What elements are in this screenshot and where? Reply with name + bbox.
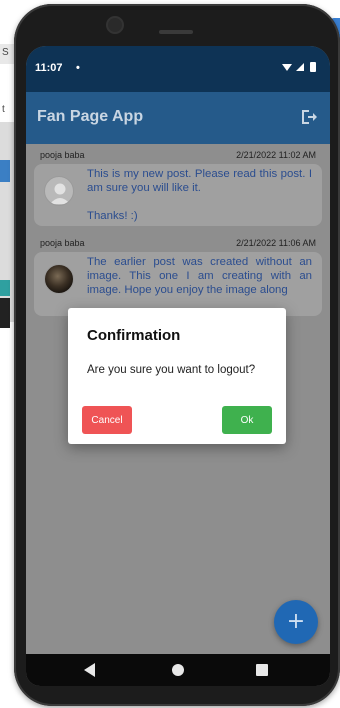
avatar-photo	[44, 264, 74, 294]
person-icon	[50, 183, 70, 204]
post-author: pooja baba	[40, 150, 85, 160]
phone-speaker	[159, 30, 193, 34]
background-window-fragment	[0, 280, 10, 296]
dialog-message: Are you sure you want to logout?	[87, 364, 256, 376]
notification-dot: •	[76, 62, 80, 74]
post-card[interactable]: This is my new post. Please read this po…	[34, 164, 322, 226]
wifi-signal-battery-icon	[282, 62, 316, 72]
post-author: pooja baba	[40, 238, 85, 248]
background-window-fragment	[0, 298, 10, 328]
phone-camera	[106, 16, 124, 34]
cancel-button[interactable]: Cancel	[82, 406, 132, 434]
avatar	[44, 176, 74, 206]
logout-confirmation-dialog: Confirmation Are you sure you want to lo…	[68, 308, 286, 444]
status-icons	[280, 61, 320, 76]
status-bar: 11:07 •	[26, 46, 330, 92]
phone-screen: 11:07 • Fan Page App pooja baba 2/21/202…	[26, 46, 330, 686]
logout-icon[interactable]	[300, 108, 318, 126]
status-time: 11:07	[35, 62, 63, 74]
post-timestamp: 2/21/2022 11:06 AM	[236, 238, 316, 248]
add-post-button[interactable]: +	[274, 600, 318, 644]
system-nav-bar	[26, 654, 330, 686]
post-text: The earlier post was created without an …	[87, 256, 312, 296]
background-window-fragment	[0, 160, 10, 182]
home-icon[interactable]	[172, 664, 184, 676]
ok-button[interactable]: Ok	[222, 406, 272, 434]
dialog-title: Confirmation	[87, 327, 181, 344]
page: S t 11:07 • Fan Page App pooja baba 2/21…	[0, 0, 340, 708]
recent-apps-icon[interactable]	[256, 664, 268, 676]
post-card[interactable]: The earlier post was created without an …	[34, 252, 322, 316]
app-bar: Fan Page App	[26, 92, 330, 144]
background-text-fragment: S	[2, 47, 9, 58]
post-text: This is my new post. Please read this po…	[87, 168, 312, 222]
app-title: Fan Page App	[37, 108, 144, 125]
post-timestamp: 2/21/2022 11:02 AM	[236, 150, 316, 160]
background-text-fragment: t	[2, 104, 5, 115]
back-icon[interactable]	[84, 663, 95, 677]
